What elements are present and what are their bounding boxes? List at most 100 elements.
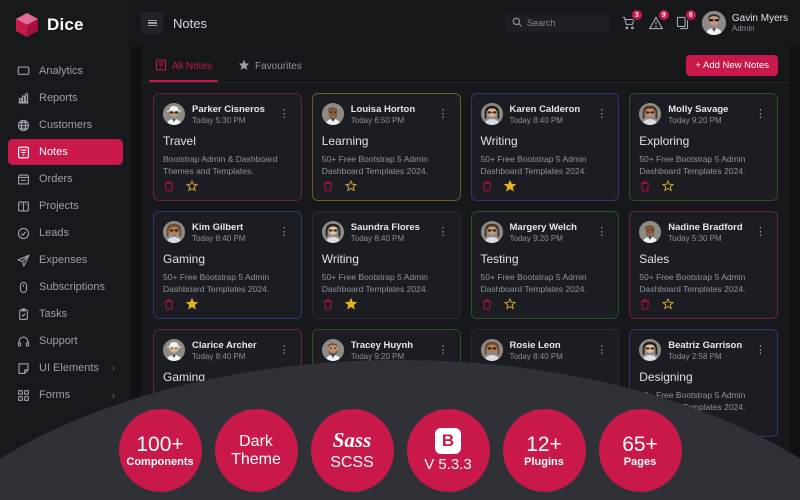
sidebar-item-ui-elements[interactable]: UI Elements› (8, 355, 123, 381)
add-new-notes-button[interactable]: + Add New Notes (686, 55, 778, 76)
note-author-name: Tracey Huynh (351, 340, 429, 351)
store-icon (16, 172, 30, 186)
sidebar-item-support[interactable]: Support (8, 328, 123, 354)
files-icon[interactable]: 6 (675, 14, 691, 32)
note-description: 50+ Free Bootstrap 5 Admin Dashboard Tem… (322, 271, 451, 296)
sidebar-item-analytics[interactable]: Analytics (8, 58, 123, 84)
monitor-icon (16, 64, 30, 78)
avatar (322, 339, 344, 361)
trash-icon[interactable] (481, 180, 493, 192)
sidebar-item-label: Support (39, 335, 78, 347)
note-card[interactable]: Louisa HortonToday 6:50 PM⋮Learning50+ F… (312, 93, 461, 201)
note-author-name: Rosie Leon (510, 340, 588, 351)
trash-icon[interactable] (163, 298, 175, 310)
kebab-menu-icon[interactable]: ⋮ (594, 110, 609, 118)
user-role: Admin (732, 24, 788, 33)
kebab-menu-icon[interactable]: ⋮ (753, 228, 768, 236)
grid-icon (16, 388, 30, 402)
user-menu[interactable]: Gavin Myers Admin (702, 11, 788, 35)
kebab-menu-icon[interactable]: ⋮ (277, 110, 292, 118)
note-card-header: Beatriz GarrisonToday 2:58 PM⋮ (639, 339, 768, 361)
sidebar-item-leads[interactable]: Leads (8, 220, 123, 246)
notes-tabs: All Notes Favourites + Add New Notes (141, 46, 790, 83)
sidebar-item-expenses[interactable]: Expenses (8, 247, 123, 273)
sidebar-item-reports[interactable]: Reports (8, 85, 123, 111)
tab-favourites[interactable]: Favourites (236, 56, 304, 81)
feature-circle-sub: V 5.3.3 (424, 457, 472, 474)
note-card[interactable]: Parker CisnerosToday 5:30 PM⋮TravelBoots… (153, 93, 302, 201)
star-outline-icon[interactable] (504, 298, 516, 310)
note-author: Nadine BradfordToday 5:30 PM (668, 222, 746, 243)
note-card[interactable]: Saundra FloresToday 8:40 PM⋮Writing50+ F… (312, 211, 461, 319)
note-actions (639, 298, 768, 310)
warning-icon[interactable]: 9 (648, 14, 664, 32)
feature-circle-theme: DarkTheme (215, 409, 298, 492)
avatar (481, 103, 503, 125)
hamburger-icon[interactable] (141, 12, 163, 34)
note-title: Gaming (163, 252, 292, 266)
check-circle-icon (16, 226, 30, 240)
star-outline-icon[interactable] (662, 298, 674, 310)
trash-icon[interactable] (163, 180, 175, 192)
sidebar-item-orders[interactable]: Orders (8, 166, 123, 192)
kebab-menu-icon[interactable]: ⋮ (753, 346, 768, 354)
sidebar-item-customers[interactable]: Customers (8, 112, 123, 138)
kebab-menu-icon[interactable]: ⋮ (594, 346, 609, 354)
note-card[interactable]: Karen CalderonToday 8:40 PM⋮Writing50+ F… (471, 93, 620, 201)
note-author: Parker CisnerosToday 5:30 PM (192, 104, 270, 125)
trash-icon[interactable] (322, 298, 334, 310)
star-outline-icon[interactable] (186, 180, 198, 192)
note-author-name: Karen Calderon (510, 104, 588, 115)
kebab-menu-icon[interactable]: ⋮ (436, 228, 451, 236)
sidebar-item-subscriptions[interactable]: Subscriptions (8, 274, 123, 300)
note-actions (163, 180, 292, 192)
sidebar-item-tasks[interactable]: Tasks (8, 301, 123, 327)
kebab-menu-icon[interactable]: ⋮ (436, 110, 451, 118)
feature-circle-sub: Pages (624, 456, 656, 468)
tab-all-notes-label: All Notes (172, 61, 212, 72)
star-filled-icon[interactable] (345, 298, 357, 310)
trash-icon[interactable] (639, 180, 651, 192)
kebab-menu-icon[interactable]: ⋮ (277, 346, 292, 354)
feature-circle-pages: 65+Pages (599, 409, 682, 492)
note-time: Today 8:40 PM (510, 352, 588, 361)
trash-icon[interactable] (481, 298, 493, 310)
bar-chart-icon (16, 91, 30, 105)
avatar (163, 339, 185, 361)
sidebar-item-notes[interactable]: Notes (8, 139, 123, 165)
star-filled-icon[interactable] (504, 180, 516, 192)
sidebar-item-label: Tasks (39, 308, 67, 320)
avatar (163, 103, 185, 125)
bootstrap-icon: B (435, 428, 461, 454)
sidebar-item-forms[interactable]: Forms› (8, 382, 123, 408)
star-outline-icon[interactable] (345, 180, 357, 192)
kebab-menu-icon[interactable]: ⋮ (753, 110, 768, 118)
note-title: Writing (322, 252, 451, 266)
kebab-menu-icon[interactable]: ⋮ (594, 228, 609, 236)
note-card[interactable]: Margery WelchToday 9:20 PM⋮Testing50+ Fr… (471, 211, 620, 319)
note-author: Molly SavageToday 9:20 PM (668, 104, 746, 125)
star-outline-icon[interactable] (662, 180, 674, 192)
brand[interactable]: Dice (0, 0, 131, 52)
cart-icon[interactable]: 3 (621, 14, 637, 32)
kebab-menu-icon[interactable]: ⋮ (277, 228, 292, 236)
kebab-menu-icon[interactable]: ⋮ (436, 346, 451, 354)
trash-icon[interactable] (639, 298, 651, 310)
star-filled-icon[interactable] (186, 298, 198, 310)
sass-logo: Sass (333, 429, 372, 453)
headset-icon (16, 334, 30, 348)
tab-all-notes[interactable]: All Notes (153, 56, 214, 81)
sidebar-item-projects[interactable]: Projects (8, 193, 123, 219)
note-card[interactable]: Kim GilbertToday 8:40 PM⋮Gaming50+ Free … (153, 211, 302, 319)
brand-name: Dice (47, 15, 84, 35)
feature-circle-plugins: 12+Plugins (503, 409, 586, 492)
note-card[interactable]: Nadine BradfordToday 5:30 PM⋮Sales50+ Fr… (629, 211, 778, 319)
note-card[interactable]: Molly SavageToday 9:20 PM⋮Exploring50+ F… (629, 93, 778, 201)
search-box[interactable] (505, 14, 610, 33)
trash-icon[interactable] (322, 180, 334, 192)
note-card-header: Kim GilbertToday 8:40 PM⋮ (163, 221, 292, 243)
search-input[interactable] (527, 18, 603, 28)
note-description: Bootstrap Admin & Dashboard Themes and T… (163, 153, 292, 178)
note-title: Designing (639, 370, 768, 384)
cart-badge: 3 (631, 9, 643, 21)
